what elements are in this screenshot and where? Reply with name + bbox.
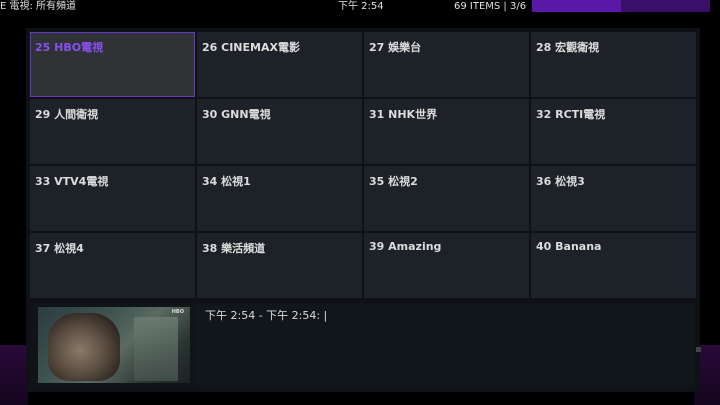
channel-label: 30 GNN電視 [202,108,271,121]
channel-label: 39 Amazing [369,240,442,253]
channel-tile[interactable]: 28 宏觀衛視 [531,32,696,97]
tv-guide-screen: E 電視: 所有頻道 下午 2:54 69 ITEMS | 3/6 25 HBO… [0,0,720,405]
channel-tile[interactable]: 32 RCTI電視 [531,99,696,164]
channel-label: 29 人間衛視 [35,108,99,121]
channel-tile[interactable]: 36 松視3 [531,166,696,231]
page-progress-fill [532,0,621,12]
channel-tile[interactable]: 29 人間衛視 [30,99,195,164]
top-bar: E 電視: 所有頻道 下午 2:54 69 ITEMS | 3/6 [0,0,720,14]
clock: 下午 2:54 [338,1,384,12]
channel-label: 31 NHK世界 [369,108,438,121]
channel-label: 27 娛樂台 [369,41,422,54]
channel-label: 34 松視1 [202,175,251,188]
channel-label: 32 RCTI電視 [536,108,606,121]
channel-label: 33 VTV4電視 [35,175,109,188]
video-preview[interactable]: HBO [30,303,196,387]
channel-tile[interactable]: 33 VTV4電視 [30,166,195,231]
channel-tile[interactable]: 35 松視2 [364,166,529,231]
channel-tile[interactable]: 30 GNN電視 [197,99,362,164]
channel-label: 38 樂活頻道 [202,242,266,255]
channel-label: 37 松視4 [35,242,84,255]
channel-label: 36 松視3 [536,175,585,188]
channel-label: 26 CINEMAX電影 [202,41,300,54]
epg-now-playing: 下午 2:54 - 下午 2:54: | [205,309,328,322]
preview-figure [134,317,178,381]
channel-tile[interactable]: 39 Amazing [364,233,529,298]
channel-tile[interactable]: 40 Banana [531,233,696,298]
preview-video-frame: HBO [38,307,190,383]
scroll-indicator[interactable] [696,347,701,352]
channel-tile[interactable]: 37 松視4 [30,233,195,298]
channel-tile[interactable]: 26 CINEMAX電影 [197,32,362,97]
channel-logo: HBO [171,309,184,315]
channel-label: 28 宏觀衛視 [536,41,600,54]
side-glow-left [0,345,28,405]
channel-tile[interactable]: 34 松視1 [197,166,362,231]
channel-grid: 25 HBO電視 26 CINEMAX電影 27 娛樂台 28 宏觀衛視 29 人間衛視… [30,32,696,298]
channel-label: 25 HBO電視 [35,41,104,54]
channel-tile[interactable]: 27 娛樂台 [364,32,529,97]
channel-tile[interactable]: 31 NHK世界 [364,99,529,164]
channel-tile[interactable]: 38 樂活頻道 [197,233,362,298]
channel-label: 35 松視2 [369,175,418,188]
page-progress-bar [532,0,710,12]
item-count: 69 ITEMS | 3/6 [454,1,527,12]
window-title: E 電視: 所有頻道 [0,1,77,12]
channel-panel: 25 HBO電視 26 CINEMAX電影 27 娛樂台 28 宏觀衛視 29 人間衛視… [26,28,700,392]
channel-tile[interactable]: 25 HBO電視 [30,32,195,97]
preview-face [48,313,120,381]
channel-label: 40 Banana [536,240,602,253]
